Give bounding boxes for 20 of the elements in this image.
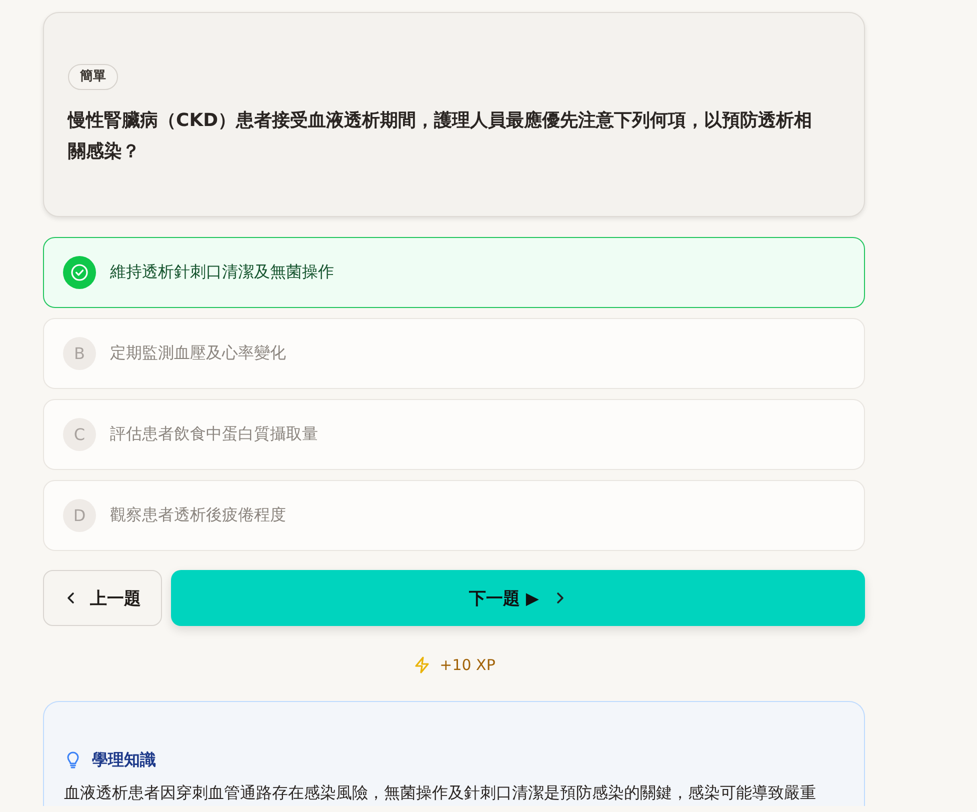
option-text: 評估患者飲食中蛋白質攝取量 — [110, 424, 318, 445]
option-text: 維持透析針刺口清潔及無菌操作 — [110, 262, 334, 283]
option-letter: D — [63, 499, 96, 532]
answer-option[interactable]: D 觀察患者透析後疲倦程度 — [43, 480, 865, 551]
difficulty-badge: 簡單 — [68, 64, 118, 90]
xp-reward: +10 XP — [440, 656, 496, 674]
knowledge-text: 血液透析患者因穿刺血管通路存在感染風險，無菌操作及針刺口清潔是預防感染的關鍵，感染可能導致嚴重 — [64, 782, 817, 804]
option-letter: B — [63, 337, 96, 370]
answer-option[interactable]: 維持透析針刺口清潔及無菌操作 — [43, 237, 865, 308]
option-letter: C — [63, 418, 96, 451]
knowledge-title: 學理知識 — [92, 750, 156, 770]
lightning-icon — [412, 656, 431, 674]
question-text: 慢性腎臟病（CKD）患者接受血液透析期間，護理人員最應優先注意下列何項，以預防透析相關感染？ — [68, 109, 814, 164]
next-button[interactable]: 下一題 ▶ — [171, 570, 865, 626]
option-text: 定期監測血壓及心率變化 — [110, 343, 286, 364]
option-text: 觀察患者透析後疲倦程度 — [110, 505, 286, 526]
answer-option[interactable]: C 評估患者飲食中蛋白質攝取量 — [43, 399, 865, 470]
previous-button[interactable]: 上一題 — [43, 570, 162, 626]
check-circle-icon — [63, 256, 96, 289]
answer-option[interactable]: B 定期監測血壓及心率變化 — [43, 318, 865, 389]
